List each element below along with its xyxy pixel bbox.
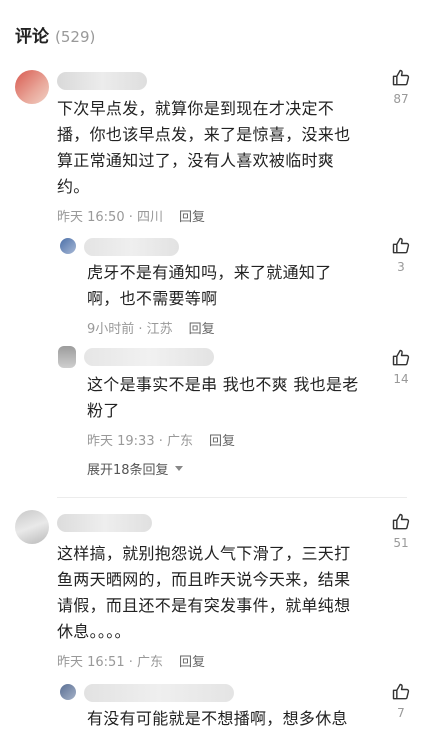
comment-time-location: 昨天 16:51 · 广东 bbox=[57, 655, 163, 670]
like-count: 14 bbox=[393, 372, 409, 386]
comment-time-location: 昨天 16:50 · 四川 bbox=[57, 210, 163, 225]
reply-time-location: 昨天 19:33 · 广东 bbox=[87, 434, 193, 449]
like-count: 3 bbox=[397, 260, 405, 274]
avatar[interactable] bbox=[60, 238, 76, 254]
avatar[interactable] bbox=[15, 70, 49, 104]
thumbs-up-icon bbox=[391, 682, 411, 702]
reply-text: 虎牙不是有通知吗，来了就通知了啊，也不需要等啊 bbox=[87, 263, 332, 308]
username-blurred[interactable] bbox=[57, 514, 152, 532]
divider bbox=[57, 497, 407, 498]
like-count: 7 bbox=[397, 706, 405, 720]
comments-header: 评论 (529) bbox=[15, 22, 95, 50]
reply-button[interactable]: 回复 bbox=[179, 651, 205, 670]
comments-title: 评论 bbox=[15, 27, 49, 47]
avatar[interactable] bbox=[58, 346, 76, 368]
username-blurred[interactable] bbox=[84, 238, 179, 256]
reply-button[interactable]: 回复 bbox=[189, 318, 215, 337]
caret-down-icon bbox=[174, 466, 183, 471]
comment-meta: 昨天 16:51 · 广东 回复 bbox=[57, 651, 205, 670]
like-button[interactable]: 87 bbox=[386, 68, 416, 106]
reply-button[interactable]: 回复 bbox=[209, 430, 235, 449]
like-count: 51 bbox=[393, 536, 409, 550]
comment-text: 这样搞，就别抱怨说人气下滑了，三天打鱼两天晒网的，而且昨天说今天来，结果请假，而… bbox=[57, 544, 351, 641]
reply-text: 有没有可能就是不想播啊，想多休息 bbox=[87, 709, 348, 728]
like-button[interactable]: 14 bbox=[386, 348, 416, 386]
like-button[interactable]: 51 bbox=[386, 512, 416, 550]
reply-meta: 昨天 19:33 · 广东 回复 bbox=[87, 430, 235, 449]
reply-button[interactable]: 回复 bbox=[179, 206, 205, 225]
expand-replies-label: 展开18条回复 bbox=[87, 463, 169, 478]
thumbs-up-icon bbox=[391, 512, 411, 532]
like-count: 87 bbox=[393, 92, 409, 106]
comment-text: 下次早点发，就算你是到现在才决定不播，你也该早点发，来了是惊喜，没来也算正常通知… bbox=[57, 99, 351, 196]
username-blurred[interactable] bbox=[84, 684, 234, 702]
username-blurred[interactable] bbox=[57, 72, 147, 90]
username-blurred[interactable] bbox=[84, 348, 214, 366]
like-button[interactable]: 3 bbox=[386, 236, 416, 274]
comment-meta: 昨天 16:50 · 四川 回复 bbox=[57, 206, 205, 225]
comments-count: (529) bbox=[55, 28, 96, 46]
reply-meta: 9小时前 · 江苏 回复 bbox=[87, 318, 215, 337]
thumbs-up-icon bbox=[391, 236, 411, 256]
avatar[interactable] bbox=[15, 510, 49, 544]
reply-time-location: 9小时前 · 江苏 bbox=[87, 322, 173, 337]
reply-text: 这个是事实不是串 我也不爽 我也是老粉了 bbox=[87, 375, 359, 420]
thumbs-up-icon bbox=[391, 68, 411, 88]
thumbs-up-icon bbox=[391, 348, 411, 368]
avatar[interactable] bbox=[60, 684, 76, 700]
like-button[interactable]: 7 bbox=[386, 682, 416, 720]
expand-replies-button[interactable]: 展开18条回复 bbox=[87, 459, 183, 478]
